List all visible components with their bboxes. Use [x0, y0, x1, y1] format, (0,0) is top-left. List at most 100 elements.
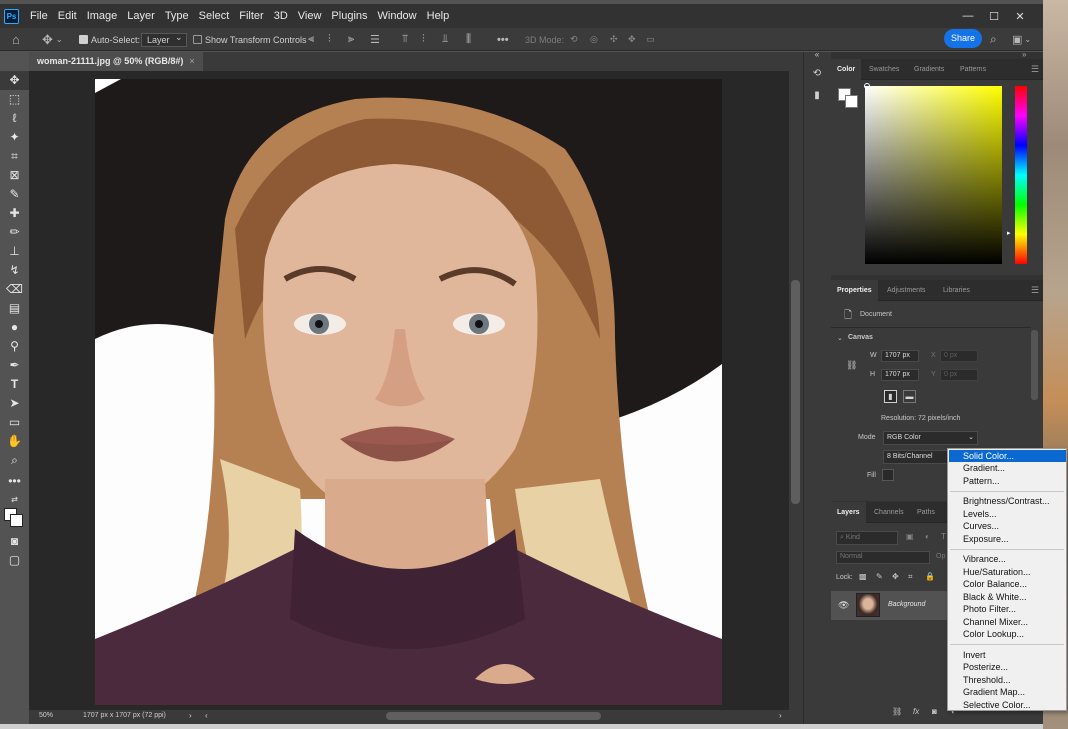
marquee-tool-icon[interactable]: ⬚ [0, 90, 29, 109]
path-select-tool-icon[interactable]: ➤ [0, 394, 29, 413]
document-dimensions[interactable]: 1707 px x 1707 px (72 ppi) [83, 712, 166, 719]
hand-tool-icon[interactable]: ✋ [0, 432, 29, 451]
status-arrow-icon[interactable]: › [189, 711, 192, 720]
menu-item-invert[interactable]: Invert [949, 649, 1066, 661]
width-field[interactable]: 1707 px [881, 350, 919, 362]
lock-all-icon[interactable]: 🔒 [925, 572, 935, 581]
portrait-orientation-icon[interactable]: ▮ [884, 390, 897, 403]
background-color-chip[interactable] [845, 95, 858, 108]
menu-edit[interactable]: Edit [53, 4, 82, 28]
eyedropper-tool-icon[interactable]: ✎ [0, 185, 29, 204]
swap-colors-icon[interactable]: ⇄ [0, 490, 29, 509]
x-field[interactable]: 0 px [940, 350, 978, 362]
scroll-left-icon[interactable]: ‹ [205, 711, 208, 720]
menu-item-gradient-map[interactable]: Gradient Map... [949, 686, 1066, 698]
color-picker-cursor[interactable] [864, 83, 870, 89]
move-tool-icon[interactable]: ✥ [0, 71, 29, 90]
lock-brush-icon[interactable]: ✎ [876, 572, 883, 581]
menu-item-color-lookup[interactable]: Color Lookup... [949, 628, 1066, 640]
dodge-tool-icon[interactable]: ⚲ [0, 337, 29, 356]
menu-plugins[interactable]: Plugins [326, 4, 372, 28]
color-saturation-field[interactable] [865, 86, 1002, 264]
toolbar-handle[interactable] [0, 52, 29, 62]
align-right-icon[interactable]: ⫸ [348, 28, 354, 51]
menu-window[interactable]: Window [373, 4, 422, 28]
lock-position-icon[interactable]: ✥ [892, 572, 899, 581]
brush-tool-icon[interactable]: ✏ [0, 223, 29, 242]
share-button[interactable]: Share [944, 29, 982, 48]
tab-gradients[interactable]: Gradients [908, 59, 950, 80]
menu-item-pattern[interactable]: Pattern... [949, 475, 1066, 487]
workspace-icon[interactable]: ▣ ⌄ [1012, 28, 1031, 51]
magic-wand-tool-icon[interactable]: ✦ [0, 128, 29, 147]
frame-tool-icon[interactable]: ⊠ [0, 166, 29, 185]
menu-item-brightness-contrast[interactable]: Brightness/Contrast... [949, 495, 1066, 507]
document-tab[interactable]: woman-21111.jpg @ 50% (RGB/8#) × [29, 52, 203, 71]
auto-select-target-dropdown[interactable]: Layer [141, 28, 187, 51]
mode-dropdown[interactable]: RGB Color ⌄ [883, 431, 978, 445]
layer-kind-filter[interactable]: ⌕ Kind [836, 531, 898, 545]
menu-type[interactable]: Type [160, 4, 194, 28]
layer-mask-icon[interactable]: ◙ [932, 707, 937, 716]
zoom-tool-icon[interactable]: ⌕ [0, 451, 29, 470]
scroll-right-icon[interactable]: › [779, 711, 782, 720]
color-panel-menu-icon[interactable]: ☰ [1031, 59, 1039, 80]
menu-item-black-white[interactable]: Black & White... [949, 591, 1066, 603]
menu-view[interactable]: View [293, 4, 327, 28]
pen-tool-icon[interactable]: ✒ [0, 356, 29, 375]
tab-channels[interactable]: Channels [868, 502, 910, 523]
close-tab-icon[interactable]: × [189, 56, 194, 66]
y-field[interactable]: 0 px [940, 369, 978, 381]
filter-adjustment-icon[interactable]: ◐ [925, 532, 930, 541]
home-icon[interactable]: ⌂ [12, 28, 20, 51]
align-bottom-icon[interactable]: ⫫ [442, 28, 448, 51]
blend-mode-dropdown[interactable]: Normal [836, 551, 930, 564]
menu-item-vibrance[interactable]: Vibrance... [949, 553, 1066, 565]
tab-swatches[interactable]: Swatches [863, 59, 905, 80]
align-top-icon[interactable]: ⫪ [402, 28, 408, 51]
menu-item-posterize[interactable]: Posterize... [949, 661, 1066, 673]
menu-item-levels[interactable]: Levels... [949, 508, 1066, 520]
menu-file[interactable]: File [25, 4, 53, 28]
menu-select[interactable]: Select [194, 4, 235, 28]
align-center-icon[interactable]: ⫶ [328, 28, 331, 51]
eraser-tool-icon[interactable]: ⌫ [0, 280, 29, 299]
document-image[interactable] [95, 79, 722, 705]
vertical-scrollbar-thumb[interactable] [791, 280, 800, 504]
minimize-button[interactable]: — [955, 10, 981, 22]
bit-depth-dropdown[interactable]: 8 Bits/Channel [883, 450, 948, 464]
type-tool-icon[interactable]: T [0, 375, 29, 394]
menu-item-photo-filter[interactable]: Photo Filter... [949, 603, 1066, 615]
menu-item-gradient[interactable]: Gradient... [949, 462, 1066, 474]
visibility-eye-icon[interactable]: 👁 [838, 600, 849, 611]
layer-thumbnail[interactable] [856, 593, 880, 617]
menu-item-color-balance[interactable]: Color Balance... [949, 578, 1066, 590]
collapse-panels-icon[interactable]: » [1022, 50, 1026, 59]
3d-drag-icon[interactable]: ✣ [610, 28, 618, 51]
auto-select-checkbox[interactable] [79, 35, 88, 44]
screen-mode-icon[interactable]: ▢ [0, 551, 29, 570]
height-field[interactable]: 1707 px [881, 369, 919, 381]
canvas-chevron-icon[interactable]: ⌄ [837, 334, 843, 342]
hue-slider-handle[interactable]: ▸ [1007, 229, 1011, 237]
comments-panel-icon[interactable]: ▮ [803, 90, 831, 101]
hue-slider[interactable] [1015, 86, 1027, 264]
menu-image[interactable]: Image [82, 4, 123, 28]
tab-color[interactable]: Color [831, 59, 862, 80]
layer-style-icon[interactable]: fx [913, 707, 919, 716]
filter-pixel-icon[interactable]: ▣ [906, 532, 914, 541]
tab-properties[interactable]: Properties [831, 280, 878, 301]
properties-panel-menu-icon[interactable]: ☰ [1031, 280, 1039, 301]
filter-type-icon[interactable]: T [941, 532, 946, 541]
menu-3d[interactable]: 3D [269, 4, 293, 28]
menu-item-selective-color[interactable]: Selective Color... [949, 699, 1066, 711]
menu-help[interactable]: Help [422, 4, 455, 28]
lasso-tool-icon[interactable]: ℓ [0, 109, 29, 128]
lock-transparent-icon[interactable]: ▩ [859, 572, 867, 581]
align-middle-icon[interactable]: ⫶ [422, 28, 425, 51]
collapse-icon[interactable]: « [803, 50, 831, 59]
menu-item-threshold[interactable]: Threshold... [949, 674, 1066, 686]
canvas-section-title[interactable]: Canvas [848, 334, 873, 341]
3d-camera-icon[interactable]: ▭ [646, 28, 655, 51]
background-color-swatch[interactable] [10, 514, 23, 527]
